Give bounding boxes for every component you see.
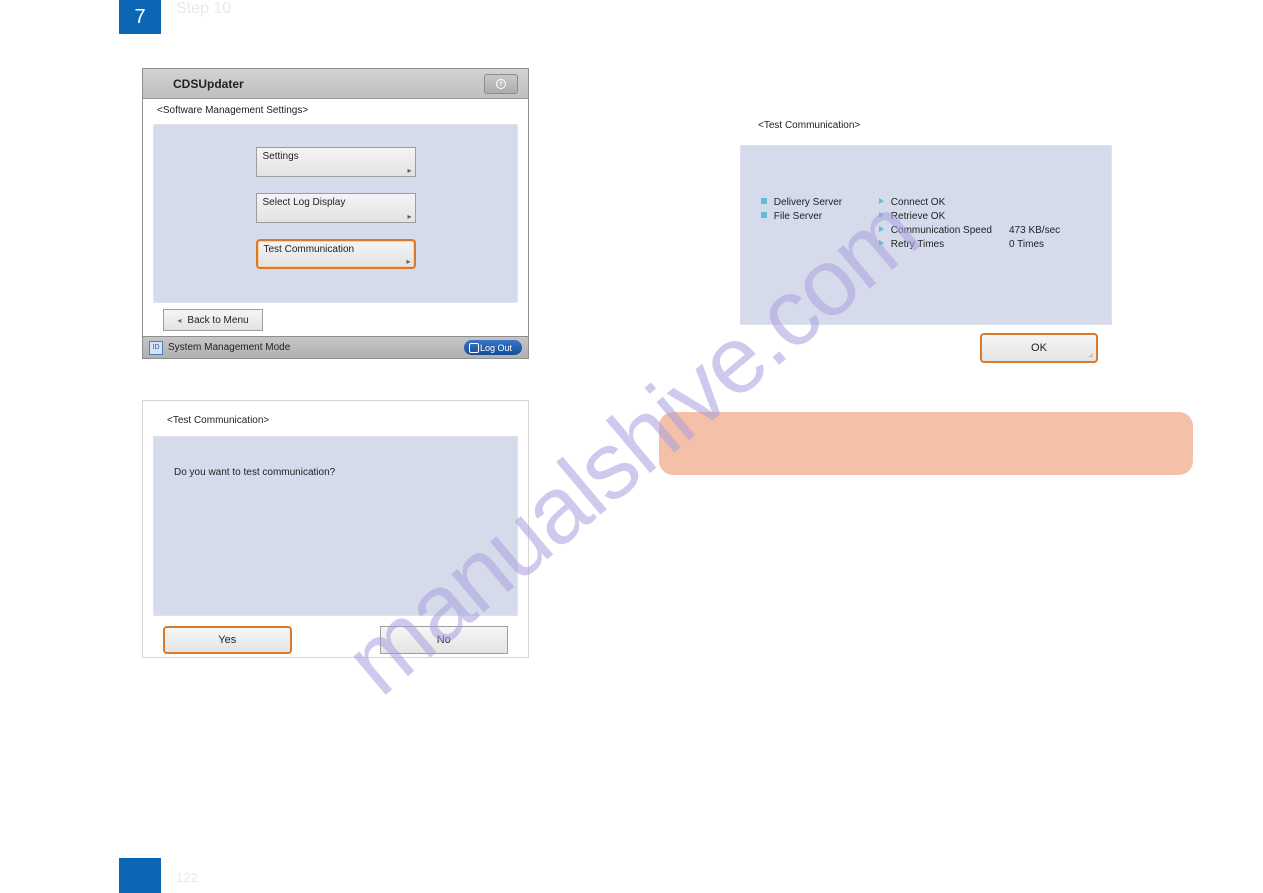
ok-button[interactable]: OK ⌟ [980,333,1098,363]
id-icon: ID [149,341,163,355]
window-titlebar: CDSUpdater ? [143,69,528,99]
connect-ok-label: Connect OK [891,197,945,208]
triangle-bullet-icon [879,226,884,232]
retrieve-ok-label: Retrieve OK [891,211,945,222]
status-bar: ID System Management Mode Log Out [143,336,528,358]
ok-row: OK ⌟ [736,325,1116,363]
note-box [659,412,1193,475]
dialog-section-label: <Test Communication> [143,401,528,432]
triangle-bullet-icon [879,240,884,246]
chevron-right-icon: ▸ [406,257,410,266]
result-panel: Delivery Server Connect OK File Server R… [740,145,1112,325]
comm-speed-label: Communication Speed [891,225,992,236]
no-button[interactable]: No [380,626,508,654]
help-icon: ? [495,78,507,90]
file-server-label: File Server [774,211,822,222]
chevron-right-icon: ▸ [407,212,411,221]
test-communication-confirm-dialog: <Test Communication> Do you want to test… [142,400,529,658]
ok-label: OK [1031,342,1047,354]
yes-button[interactable]: Yes [163,626,292,654]
comm-speed-value: 473 KB/sec [1009,224,1060,238]
no-label: No [437,634,451,646]
retry-times-label: Retry Times [891,239,944,250]
logout-label: Log Out [480,343,512,353]
svg-text:?: ? [499,82,503,88]
dialog-panel: Do you want to test communication? [153,436,518,616]
logout-button[interactable]: Log Out [464,340,522,355]
dialog-button-row: Yes No [143,616,528,654]
square-bullet-icon [761,212,767,218]
result-section-label: <Test Communication> [736,112,1116,141]
window-title: CDSUpdater [173,77,244,91]
section-number-badge: 7 [119,0,161,34]
triangle-bullet-icon [879,212,884,218]
test-communication-result-panel: <Test Communication> Delivery Server Con… [736,112,1116,368]
yes-label: Yes [218,634,236,646]
square-bullet-icon [761,198,767,204]
chevron-right-icon: ▸ [407,166,411,175]
status-mode-label: System Management Mode [168,342,290,353]
retry-times-value: 0 Times [1009,238,1044,252]
help-button[interactable]: ? [484,74,518,94]
back-to-menu-button[interactable]: ◂ Back to Menu [163,309,263,331]
back-bar: ◂ Back to Menu [143,304,528,336]
chevron-left-icon: ◂ [177,316,181,325]
select-log-label: Select Log Display [263,197,346,208]
delivery-server-label: Delivery Server [774,197,842,208]
settings-button[interactable]: Settings ▸ [256,147,416,177]
page-number: 122 [176,870,198,885]
footer-badge [119,858,161,893]
dialog-question: Do you want to test communication? [174,467,335,478]
settings-panel: Settings ▸ Select Log Display ▸ Test Com… [153,124,518,303]
back-label: Back to Menu [187,315,248,326]
test-communication-label: Test Communication [264,244,355,255]
step-label: Step 10 [176,0,231,18]
triangle-bullet-icon [879,198,884,204]
settings-button-label: Settings [263,151,299,162]
resize-corner-icon: ⌟ [1089,348,1093,359]
select-log-display-button[interactable]: Select Log Display ▸ [256,193,416,223]
cdsupdater-window: CDSUpdater ? <Software Management Settin… [142,68,529,359]
test-communication-button[interactable]: Test Communication ▸ [256,239,416,269]
section-label: <Software Management Settings> [143,99,528,120]
